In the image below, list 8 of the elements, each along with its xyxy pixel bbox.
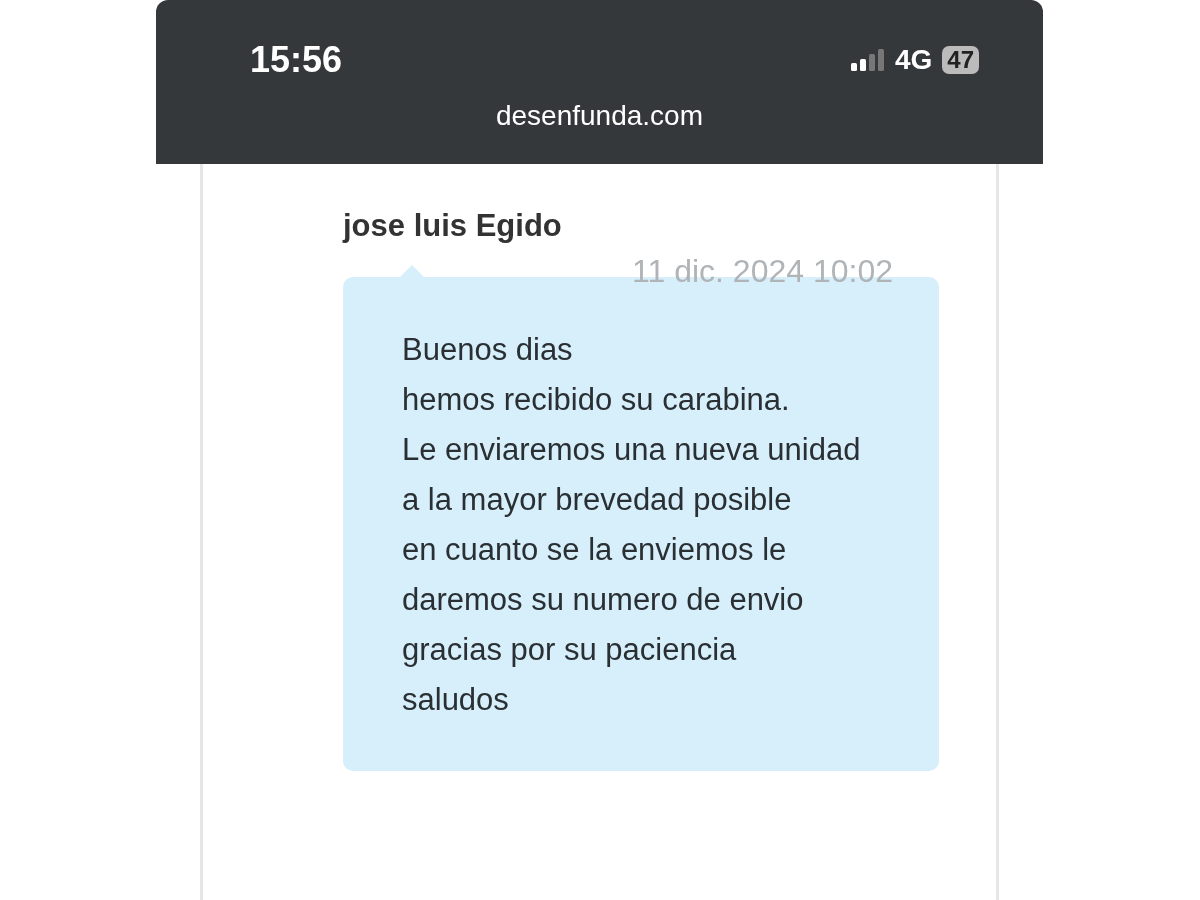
battery-percent: 47 xyxy=(947,46,974,74)
signal-icon xyxy=(850,49,885,71)
author-name: jose luis Egido xyxy=(343,208,563,244)
address-domain[interactable]: desenfunda.com xyxy=(495,100,703,132)
message-date: 11 dic. 2024 10:02 xyxy=(632,253,893,290)
status-time: 15:56 xyxy=(250,39,343,81)
message-text: Buenos dias hemos recibido su carabina. Le enviaremos una nueva unidad a la mayor brevedad posible en cuanto se la enviemos le daremos su numero de envio gracias por su paciencia saludos xyxy=(402,331,862,719)
network-label: 4G xyxy=(894,44,933,76)
